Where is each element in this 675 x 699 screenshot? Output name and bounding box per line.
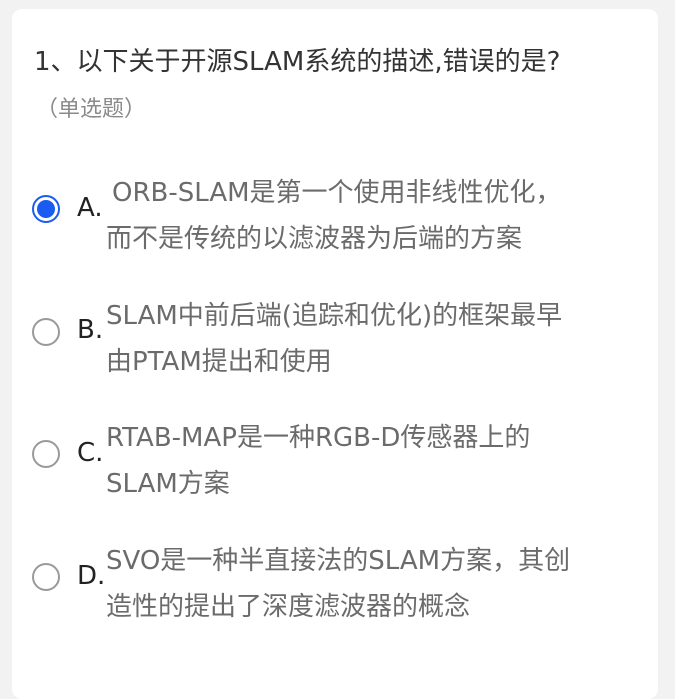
- option-letter: A.: [77, 193, 103, 223]
- option-text: SVO是一种半直接法的SLAM方案，其创 造性的提出了深度滤波器的概念: [106, 538, 570, 630]
- option-text-line: SLAM方案: [106, 469, 230, 499]
- option-text-line: SVO是一种半直接法的SLAM方案，其创: [106, 546, 571, 576]
- option-text-line: 造性的提出了深度滤波器的概念: [106, 592, 471, 622]
- radio-unselected-icon[interactable]: [32, 440, 60, 468]
- option-text-line: 由PTAM提出和使用: [106, 347, 332, 377]
- option-letter: B.: [77, 315, 104, 345]
- radio-selected-icon[interactable]: [32, 195, 60, 223]
- question-type-label: （单选题）: [36, 97, 147, 122]
- option-text-line: 而不是传统的以滤波器为后端的方案: [106, 224, 523, 254]
- option-d[interactable]: D. SVO是一种半直接法的SLAM方案，其创 造性的提出了深度滤波器的概念: [12, 538, 658, 634]
- option-text: RTAB-MAP是一种RGB-D传感器上的 SLAM方案: [106, 415, 530, 507]
- option-text-line: RTAB-MAP是一种RGB-D传感器上的: [106, 423, 531, 453]
- option-a[interactable]: A. ORB-SLAM是第一个使用非线性优化， 而不是传统的以滤波器为后端的方案: [12, 170, 658, 266]
- option-b[interactable]: B. SLAM中前后端(追踪和优化)的框架最早 由PTAM提出和使用: [12, 293, 658, 389]
- question-title: 1、以下关于开源SLAM系统的描述,错误的是?: [34, 47, 561, 77]
- option-text-line: ORB-SLAM是第一个使用非线性优化，: [112, 178, 562, 208]
- option-letter: D.: [77, 561, 106, 591]
- question-card: 1、以下关于开源SLAM系统的描述,错误的是? （单选题） A. ORB-SLA…: [12, 9, 658, 699]
- radio-unselected-icon[interactable]: [32, 563, 60, 591]
- option-text: ORB-SLAM是第一个使用非线性优化， 而不是传统的以滤波器为后端的方案: [106, 170, 562, 262]
- option-text: SLAM中前后端(追踪和优化)的框架最早 由PTAM提出和使用: [106, 293, 562, 385]
- option-c[interactable]: C. RTAB-MAP是一种RGB-D传感器上的 SLAM方案: [12, 415, 658, 511]
- option-letter: C.: [77, 438, 104, 468]
- option-text-line: SLAM中前后端(追踪和优化)的框架最早: [106, 301, 563, 331]
- radio-unselected-icon[interactable]: [32, 318, 60, 346]
